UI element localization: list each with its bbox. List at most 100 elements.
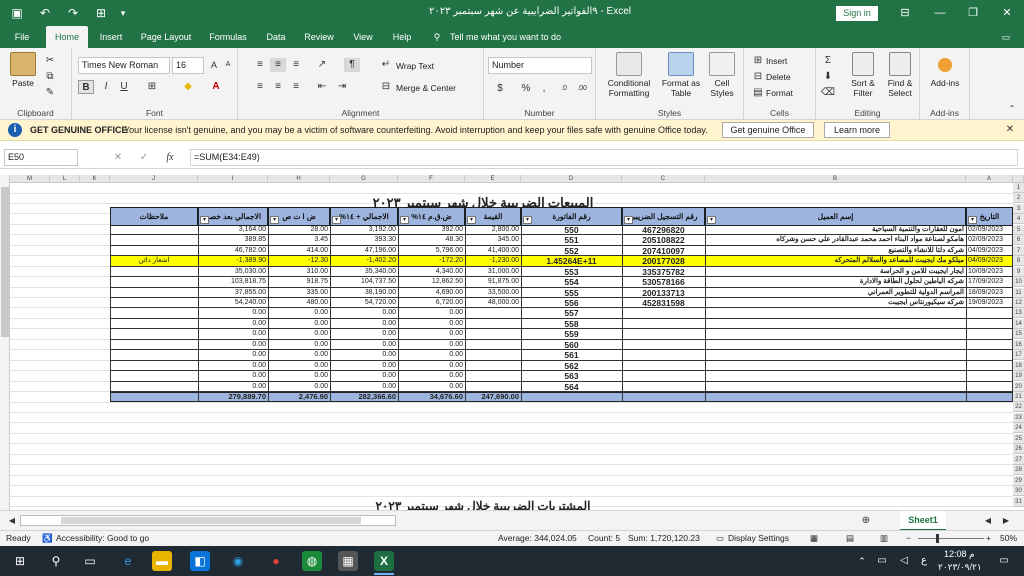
comma-style-icon[interactable]: , (536, 82, 552, 96)
row-header[interactable]: 31 (1013, 496, 1024, 507)
row-header[interactable]: 20 (1013, 381, 1024, 392)
row-header[interactable]: 25 (1013, 433, 1024, 444)
tray-chevron-icon[interactable]: ⌃ (852, 551, 872, 571)
formula-input[interactable]: =SUM(E34:E49) (190, 149, 1018, 166)
tell-me-search[interactable]: Tell me what you want to do (450, 26, 580, 48)
row-header[interactable]: 5 (1013, 224, 1024, 235)
row-header[interactable]: 10 (1013, 277, 1024, 288)
page-break-view-icon[interactable]: ▥ (880, 531, 888, 545)
sheet-next-icon[interactable]: ▶ (998, 514, 1014, 528)
chrome-profile-icon[interactable]: ◍ (302, 551, 322, 571)
copy-icon[interactable]: ⧉ (42, 70, 58, 84)
filter-dropdown-icon[interactable]: ▾ (707, 215, 716, 224)
name-box[interactable]: E50 (4, 149, 78, 166)
maximize-icon[interactable]: ❐ (958, 3, 988, 23)
get-genuine-button[interactable]: Get genuine Office (722, 122, 814, 138)
filter-dropdown-icon[interactable]: ▾ (332, 215, 341, 224)
save-icon[interactable]: ▣ (8, 4, 26, 22)
row-header[interactable]: 24 (1013, 423, 1024, 434)
align-center-icon[interactable]: ≡ (270, 80, 286, 94)
filter-dropdown-icon[interactable]: ▾ (467, 215, 476, 224)
row-header[interactable]: 2 (1013, 193, 1024, 204)
quick-access-icon[interactable]: ⊞ (92, 4, 110, 22)
percent-icon[interactable]: % (518, 82, 534, 96)
column-header[interactable]: L (50, 175, 80, 183)
sheet-tab-sheet1[interactable]: Sheet1 (900, 511, 946, 531)
align-middle-icon[interactable]: ≡ (270, 58, 286, 72)
shrink-font-icon[interactable]: A (220, 58, 236, 72)
row-header[interactable]: 19 (1013, 371, 1024, 382)
collapse-ribbon-icon[interactable]: ⌃ (1004, 102, 1020, 116)
bold-icon[interactable]: B (78, 80, 94, 94)
customize-toolbar-icon[interactable]: ▾ (114, 4, 132, 22)
scroll-left-icon[interactable]: ◀ (4, 514, 20, 528)
tab-insert[interactable]: Insert (94, 26, 128, 48)
row-header[interactable]: 15 (1013, 329, 1024, 340)
normal-view-icon[interactable]: ▦ (810, 531, 818, 545)
format-cells-button[interactable]: Format (766, 86, 793, 100)
close-message-icon[interactable]: ✕ (1002, 123, 1018, 137)
borders-icon[interactable]: ⊞ (144, 80, 160, 94)
row-header[interactable]: 11 (1013, 287, 1024, 298)
row-header[interactable]: 28 (1013, 465, 1024, 476)
wrap-text-button[interactable]: Wrap Text (396, 59, 434, 73)
tab-file[interactable]: File (8, 26, 36, 48)
filter-dropdown-icon[interactable]: ▾ (624, 215, 633, 224)
horizontal-scroll-thumb[interactable] (61, 517, 361, 524)
filter-dropdown-icon[interactable]: ▾ (523, 215, 532, 224)
number-format-select[interactable]: Number (488, 57, 592, 74)
zoom-slider[interactable] (918, 538, 984, 539)
tab-view[interactable]: View (348, 26, 378, 48)
column-header[interactable]: D (521, 175, 622, 183)
page-layout-view-icon[interactable]: ▤ (846, 531, 854, 545)
tab-home[interactable]: Home (46, 26, 88, 48)
filter-dropdown-icon[interactable]: ▾ (200, 215, 209, 224)
rtl-direction-icon[interactable]: ¶ (344, 58, 360, 72)
font-color-icon[interactable]: A (208, 80, 224, 94)
new-sheet-icon[interactable]: ⊕ (858, 514, 874, 528)
input-language[interactable]: ع (914, 551, 934, 571)
row-header[interactable]: 18 (1013, 360, 1024, 371)
row-header[interactable]: 26 (1013, 444, 1024, 455)
learn-more-button[interactable]: Learn more (824, 122, 890, 138)
redo-icon[interactable]: ↷ (64, 4, 82, 22)
decrease-indent-icon[interactable]: ⇤ (314, 80, 330, 94)
row-header[interactable]: 3 (1013, 203, 1024, 214)
zoom-level[interactable]: 50% (1000, 531, 1017, 545)
sign-in-button[interactable]: Sign in (836, 6, 878, 21)
filter-dropdown-icon[interactable]: ▾ (968, 215, 977, 224)
tab-help[interactable]: Help (388, 26, 416, 48)
row-header[interactable]: 21 (1013, 392, 1024, 402)
column-header[interactable]: A (966, 175, 1013, 183)
underline-icon[interactable]: U (116, 80, 132, 94)
row-header[interactable]: 29 (1013, 475, 1024, 486)
store-icon[interactable]: ◧ (190, 551, 210, 571)
format-painter-icon[interactable]: ✎ (42, 86, 58, 100)
select-all-corner[interactable] (1013, 175, 1024, 183)
accessibility-status[interactable]: Accessibility: Good to go (56, 531, 149, 545)
column-header[interactable]: B (705, 175, 966, 183)
ribbon-display-icon[interactable]: ⊟ (890, 3, 920, 23)
task-view-icon[interactable]: ▭ (80, 551, 100, 571)
chrome-icon[interactable]: ● (266, 551, 286, 571)
edge-icon[interactable]: e (118, 551, 138, 571)
undo-icon[interactable]: ↶ (36, 4, 54, 22)
filter-dropdown-icon[interactable]: ▾ (400, 215, 409, 224)
conditional-formatting-button[interactable]: Conditional Formatting (604, 52, 654, 98)
align-right-icon[interactable]: ≡ (288, 80, 304, 94)
format-as-table-button[interactable]: Format as Table (660, 52, 702, 98)
file-explorer-icon[interactable]: ▬ (152, 551, 172, 571)
row-header[interactable]: 6 (1013, 235, 1024, 246)
search-icon[interactable]: ⚲ (46, 551, 66, 571)
align-top-icon[interactable]: ≡ (252, 58, 268, 72)
row-header[interactable]: 27 (1013, 454, 1024, 465)
network-icon[interactable]: ▭ (872, 551, 892, 571)
row-header[interactable]: 9 (1013, 266, 1024, 277)
excel-taskbar-icon[interactable]: X (374, 551, 394, 571)
align-left-icon[interactable]: ≡ (252, 80, 268, 94)
sheet-prev-icon[interactable]: ◀ (980, 514, 996, 528)
fill-icon[interactable]: ⬇ (820, 70, 836, 84)
row-header[interactable]: 23 (1013, 412, 1024, 423)
row-header[interactable]: 8 (1013, 256, 1024, 267)
column-header[interactable]: C (622, 175, 705, 183)
